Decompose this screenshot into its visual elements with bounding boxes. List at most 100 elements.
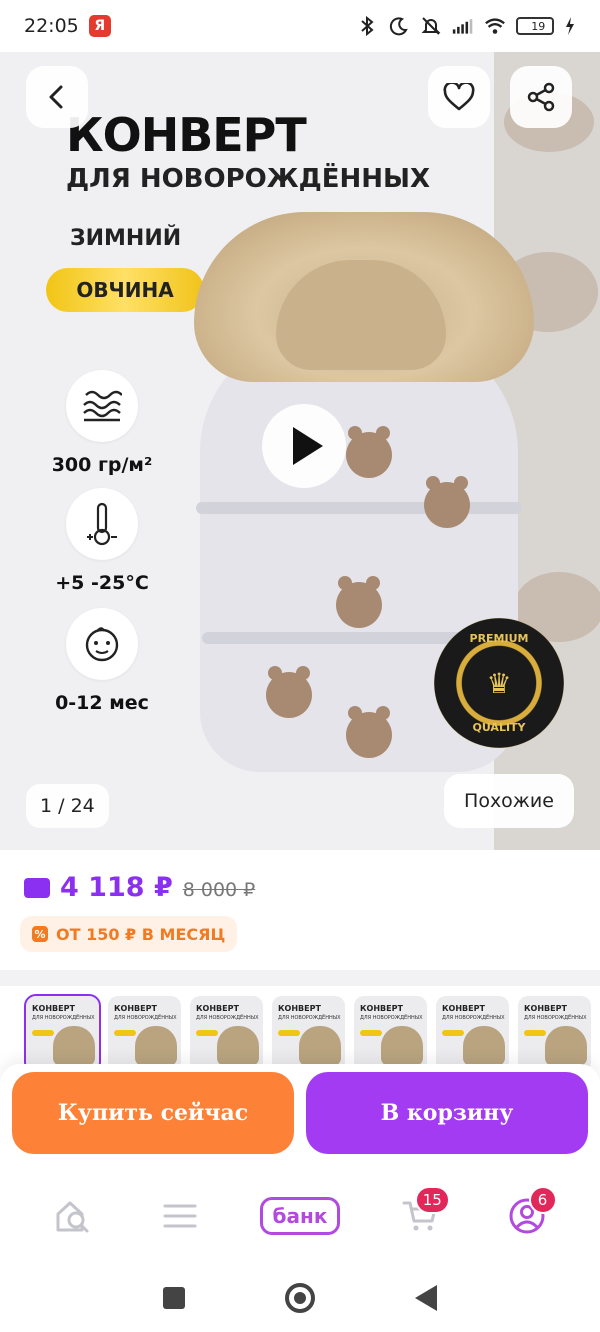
system-navigation-bar xyxy=(0,1264,600,1332)
wifi-icon xyxy=(484,15,506,37)
thumbnail-tag xyxy=(524,1030,546,1036)
variant-thumbnail[interactable]: КОНВЕРТ ДЛЯ НОВОРОЖДЁННЫХ xyxy=(108,996,181,1072)
thumbnail-subtitle: ДЛЯ НОВОРОЖДЁННЫХ xyxy=(32,1015,95,1021)
bear-print xyxy=(346,426,392,478)
variant-thumbnail[interactable]: КОНВЕРТ ДЛЯ НОВОРОЖДЁННЫХ xyxy=(272,996,345,1072)
badge-text-top: PREMIUM xyxy=(469,632,529,645)
variant-thumbnails: КОНВЕРТ ДЛЯ НОВОРОЖДЁННЫХ КОНВЕРТ ДЛЯ НОВОР… xyxy=(0,986,600,1076)
section-divider xyxy=(0,970,600,986)
crown-icon: ♛ xyxy=(486,666,512,700)
mute-icon xyxy=(420,15,442,37)
product-image-gallery[interactable]: КОНВЕРТ ДЛЯ НОВОРОЖДЁННЫХ ЗИМНИЙ ОВЧИНА … xyxy=(0,52,600,850)
current-price: 4 118 ₽ xyxy=(60,872,173,903)
installment-label: ОТ 150 ₽ В МЕСЯЦ xyxy=(56,924,226,944)
image-counter: 1 / 24 xyxy=(26,784,109,828)
variant-thumbnail[interactable]: КОНВЕРТ ДЛЯ НОВОРОЖДЁННЫХ xyxy=(24,994,101,1074)
favorite-button[interactable] xyxy=(428,66,490,128)
charging-icon xyxy=(564,15,576,37)
bluetooth-icon xyxy=(356,15,378,37)
thumbnail-subtitle: ДЛЯ НОВОРОЖДЁННЫХ xyxy=(196,1015,259,1021)
thumbnail-title: КОНВЕРТ xyxy=(524,1004,567,1013)
nav-catalog[interactable] xyxy=(148,1184,212,1248)
thermometer-icon xyxy=(66,488,138,560)
play-icon xyxy=(293,427,323,465)
thumbnail-subtitle: ДЛЯ НОВОРОЖДЁННЫХ xyxy=(114,1015,177,1021)
variant-thumbnail[interactable]: КОНВЕРТ ДЛЯ НОВОРОЖДЁННЫХ xyxy=(190,996,263,1072)
premium-quality-badge: PREMIUM ♛ QUALITY xyxy=(434,618,564,748)
thumbnail-tag xyxy=(32,1030,54,1036)
thumbnail-tag xyxy=(278,1030,300,1036)
spec-label: 300 гр/м² xyxy=(51,454,153,476)
variant-thumbnail[interactable]: КОНВЕРТ ДЛЯ НОВОРОЖДЁННЫХ xyxy=(436,996,509,1072)
play-video-button[interactable] xyxy=(262,404,346,488)
bear-print xyxy=(346,706,392,758)
variant-thumbnail[interactable]: КОНВЕРТ ДЛЯ НОВОРОЖДЁННЫХ xyxy=(354,996,427,1072)
chevron-left-icon xyxy=(49,85,63,109)
yandex-app-icon: Я xyxy=(88,15,111,37)
share-icon xyxy=(527,82,555,112)
similar-products-button[interactable]: Похожие xyxy=(444,774,574,828)
back-system-button[interactable] xyxy=(415,1285,437,1311)
thumbnail-title: КОНВЕРТ xyxy=(360,1004,403,1013)
thumbnail-title: КОНВЕРТ xyxy=(442,1004,485,1013)
buy-now-button[interactable]: Купить сейчас xyxy=(12,1072,294,1154)
bottom-navigation: банк 15 6 xyxy=(0,1168,600,1264)
home-search-icon xyxy=(56,1201,89,1233)
spec-temperature: +5 -25°C xyxy=(46,488,158,594)
thumbnail-subtitle: ДЛЯ НОВОРОЖДЁННЫХ xyxy=(442,1015,505,1021)
share-button[interactable] xyxy=(510,66,572,128)
nav-cart[interactable]: 15 xyxy=(388,1184,452,1248)
nav-bank[interactable]: банк xyxy=(255,1184,345,1248)
nav-home[interactable] xyxy=(41,1184,105,1248)
thumbnail-product-image xyxy=(381,1026,423,1066)
thumbnail-tag xyxy=(196,1030,218,1036)
signal-icon xyxy=(452,15,474,37)
spec-age: 0-12 мес xyxy=(46,608,158,714)
thumbnail-product-image xyxy=(463,1026,505,1066)
recent-apps-button[interactable] xyxy=(163,1287,185,1309)
bear-print xyxy=(336,576,382,628)
status-icons: 19 xyxy=(356,15,576,37)
thumbnail-tag xyxy=(114,1030,136,1036)
status-bar: 22:05 Я 19 xyxy=(0,0,600,52)
product-banner-title: КОНВЕРТ xyxy=(66,108,307,162)
envelope-band xyxy=(196,502,522,514)
product-banner-subtitle: ДЛЯ НОВОРОЖДЁННЫХ xyxy=(66,164,431,194)
percent-shield-icon: % xyxy=(32,926,48,942)
cart-count-badge: 15 xyxy=(414,1186,450,1214)
thumbnail-product-image xyxy=(53,1026,95,1066)
back-button[interactable] xyxy=(26,66,88,128)
moon-icon xyxy=(388,15,410,37)
bank-label: банк xyxy=(259,1197,341,1235)
wallet-icon xyxy=(24,878,50,898)
thumbnail-product-image xyxy=(135,1026,177,1066)
installment-badge[interactable]: % ОТ 150 ₽ В МЕСЯЦ xyxy=(20,916,238,952)
purchase-actions: Купить сейчас В корзину xyxy=(0,1064,600,1168)
home-button[interactable] xyxy=(285,1283,315,1313)
product-season-label: ЗИМНИЙ xyxy=(70,226,182,251)
thumbnail-product-image xyxy=(299,1026,341,1066)
nav-profile[interactable]: 6 xyxy=(495,1184,559,1248)
thumbnail-tag xyxy=(360,1030,382,1036)
thumbnail-product-image xyxy=(545,1026,587,1066)
battery-icon: 19 xyxy=(516,17,554,35)
spec-density: 300 гр/м² xyxy=(46,370,158,476)
thumbnail-product-image xyxy=(217,1026,259,1066)
thumbnail-title: КОНВЕРТ xyxy=(278,1004,321,1013)
status-time: 22:05 xyxy=(24,15,79,37)
thumbnail-title: КОНВЕРТ xyxy=(196,1004,239,1013)
battery-level: 19 xyxy=(531,19,546,33)
add-to-cart-button[interactable]: В корзину xyxy=(306,1072,588,1154)
badge-text-bottom: QUALITY xyxy=(472,721,526,734)
thumbnail-tag xyxy=(442,1030,464,1036)
variant-thumbnail[interactable]: КОНВЕРТ ДЛЯ НОВОРОЖДЁННЫХ xyxy=(518,996,591,1072)
bear-print xyxy=(424,476,470,528)
thumbnail-subtitle: ДЛЯ НОВОРОЖДЁННЫХ xyxy=(524,1015,587,1021)
thumbnail-title: КОНВЕРТ xyxy=(32,1004,75,1013)
spec-label: +5 -25°C xyxy=(55,572,149,594)
price-section: 4 118 ₽ 8 000 ₽ % ОТ 150 ₽ В МЕСЯЦ xyxy=(0,850,600,970)
bear-print xyxy=(266,666,312,718)
price-row: 4 118 ₽ 8 000 ₽ xyxy=(24,872,255,903)
profile-count-badge: 6 xyxy=(528,1186,557,1214)
heart-icon xyxy=(443,83,475,111)
